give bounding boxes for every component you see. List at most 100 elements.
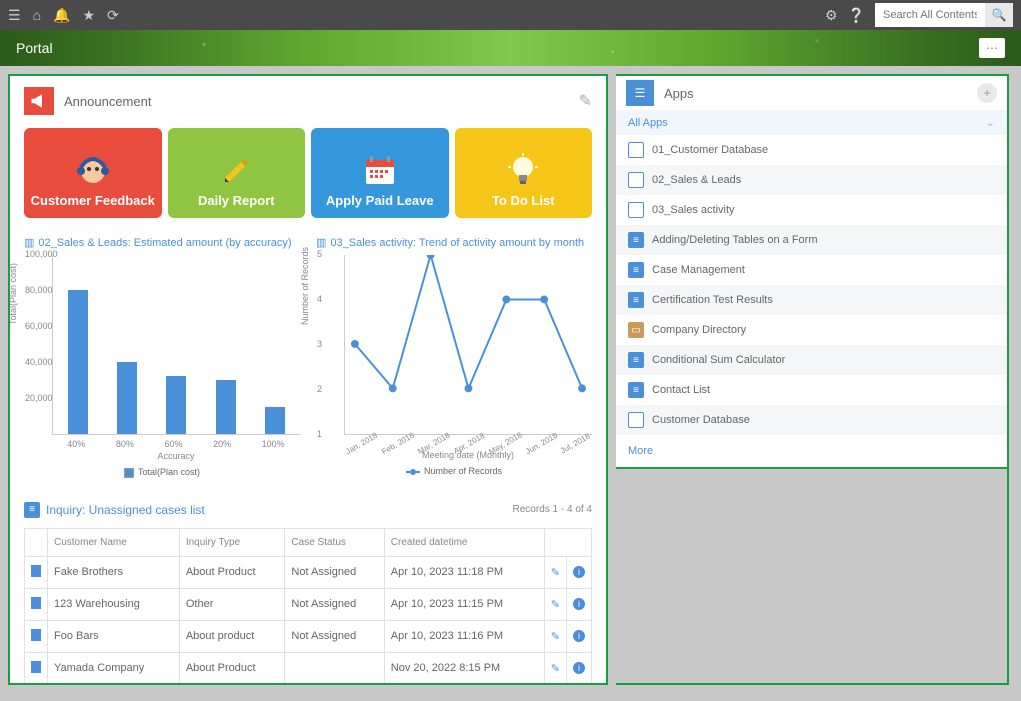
app-icon: ≡ (628, 262, 644, 278)
refresh-icon[interactable]: ⟳ (107, 7, 119, 24)
app-icon: ≡ (628, 382, 644, 398)
filter-label: All Apps (628, 117, 668, 129)
info-icon[interactable]: i (573, 630, 585, 642)
table-row: 123 WarehousingOtherNot AssignedApr 10, … (25, 588, 592, 620)
apps-title: Apps (664, 86, 694, 101)
bar (265, 407, 285, 434)
app-label: Customer Database (652, 414, 750, 426)
cell-status: Not Assigned (285, 620, 384, 652)
app-item[interactable]: ▤03_Sales activity (616, 195, 1007, 225)
tiles-row: Customer Feedback Daily Report Apply Pai… (24, 128, 592, 218)
doc-icon (31, 565, 41, 577)
pencil-icon (219, 149, 253, 193)
records-count: Records 1 - 4 of 4 (513, 504, 592, 515)
edit-row-icon[interactable]: ✎ (551, 567, 560, 579)
app-item[interactable]: ≡ Contact List (616, 375, 1007, 405)
legend-label: Total(Plan cost) (138, 467, 200, 477)
tile-label: Daily Report (198, 193, 275, 208)
info-icon[interactable]: i (573, 662, 585, 674)
app-item[interactable]: ≡Conditional Sum Calculator (616, 345, 1007, 375)
list-icon: ≡ (24, 502, 40, 518)
x-axis-label: Accuracy (52, 451, 300, 461)
cell-datetime: Apr 10, 2023 11:15 PM (384, 588, 544, 620)
bar (166, 376, 186, 434)
column-header: Created datetime (384, 528, 544, 556)
cell-status: Not Assigned (285, 556, 384, 588)
tile-label: Apply Paid Leave (326, 193, 434, 208)
search-button[interactable]: 🔍 (985, 3, 1013, 27)
bar (216, 380, 236, 434)
search-input[interactable] (875, 3, 985, 27)
inquiry-section: ≡ Inquiry: Unassigned cases list Records… (24, 502, 592, 685)
legend-label: Number of Records (424, 466, 502, 476)
table-row: Yamada CompanyAbout Product Nov 20, 2022 … (25, 652, 592, 684)
app-item[interactable]: ≡ Adding/Deleting Tables on a Form (616, 225, 1007, 255)
info-icon[interactable]: i (573, 598, 585, 610)
app-icon: ≡ (628, 232, 644, 248)
tile-daily-report[interactable]: Daily Report (168, 128, 306, 218)
topbar: ☰ ⌂ 🔔 ★ ⟳ ⚙ ❔ 🔍 (0, 0, 1021, 30)
edit-row-icon[interactable]: ✎ (551, 599, 560, 611)
table-row: Foo BarsAbout productNot AssignedApr 10,… (25, 620, 592, 652)
add-app-button[interactable]: + (977, 83, 997, 103)
tile-to-do-list[interactable]: To Do List (455, 128, 593, 218)
chart-sales-leads: ▥ 02_Sales & Leads: Estimated amount (by … (24, 236, 300, 478)
tile-label: Customer Feedback (31, 193, 155, 208)
edit-row-icon[interactable]: ✎ (551, 663, 560, 675)
announcement-title: Announcement (64, 94, 151, 109)
bar (117, 362, 137, 434)
bell-icon[interactable]: 🔔 (53, 7, 70, 24)
chart-icon: ▥ (24, 236, 34, 249)
app-label: Certification Test Results (652, 294, 773, 306)
help-icon[interactable]: ❔ (848, 7, 865, 24)
gear-icon[interactable]: ⚙ (825, 7, 838, 24)
apps-more-link[interactable]: More (616, 435, 1007, 467)
star-icon[interactable]: ★ (82, 7, 95, 24)
megaphone-icon (24, 87, 54, 115)
app-label: Company Directory (652, 324, 746, 336)
tile-label: To Do List (492, 193, 555, 208)
cell-status (285, 652, 384, 684)
app-label: Conditional Sum Calculator (652, 354, 785, 366)
app-item[interactable]: ▤01_Customer Database (616, 135, 1007, 165)
cell-type: About product (179, 620, 285, 652)
app-item[interactable]: ≡ Certification Test Results (616, 285, 1007, 315)
y-axis-label: Total(Plan cost) (8, 262, 18, 324)
apps-panel: ☰ Apps + All Apps ⌄ ▤01_Customer Databas… (616, 74, 1009, 469)
edit-icon[interactable]: ✎ (579, 91, 592, 111)
tile-customer-feedback[interactable]: Customer Feedback (24, 128, 162, 218)
cell-type: About Product (179, 556, 285, 588)
header-banner: Portal ⋯ (0, 30, 1021, 66)
cell-type: About Product (179, 652, 285, 684)
chart-title: 03_Sales activity: Trend of activity amo… (330, 237, 584, 249)
app-label: 02_Sales & Leads (652, 174, 741, 186)
cell-datetime: Apr 10, 2023 11:16 PM (384, 620, 544, 652)
table-row: Fake BrothersAbout ProductNot AssignedAp… (25, 556, 592, 588)
app-item[interactable]: ▭Company Directory (616, 315, 1007, 345)
cell-customer: Yamada Company (48, 652, 180, 684)
apps-icon: ☰ (626, 80, 654, 106)
main-content: Announcement ✎ Customer Feedback Daily R… (8, 74, 608, 685)
app-icon: ≡ (628, 292, 644, 308)
chart-icon: ▥ (316, 236, 326, 249)
app-item[interactable]: ≡Case Management (616, 255, 1007, 285)
edit-row-icon[interactable]: ✎ (551, 631, 560, 643)
tile-apply-paid-leave[interactable]: Apply Paid Leave (311, 128, 449, 218)
chart-title: 02_Sales & Leads: Estimated amount (by a… (38, 237, 291, 249)
app-item[interactable]: ▤ Customer Database (616, 405, 1007, 435)
app-icon: ▤ (628, 412, 644, 428)
app-item[interactable]: ▤02_Sales & Leads (616, 165, 1007, 195)
home-icon[interactable]: ⌂ (33, 7, 41, 24)
menu-icon[interactable]: ☰ (8, 7, 21, 24)
cell-datetime: Nov 20, 2022 8:15 PM (384, 652, 544, 684)
app-label: Contact List (652, 384, 710, 396)
info-icon[interactable]: i (573, 566, 585, 578)
calendar-icon (362, 149, 398, 193)
app-icon: ▤ (628, 142, 644, 158)
app-label: Adding/Deleting Tables on a Form (652, 234, 818, 246)
cell-customer: 123 Warehousing (48, 588, 180, 620)
doc-icon (31, 661, 41, 673)
apps-filter[interactable]: All Apps ⌄ (616, 110, 1007, 135)
column-header: Inquiry Type (179, 528, 285, 556)
header-more-button[interactable]: ⋯ (979, 38, 1005, 58)
